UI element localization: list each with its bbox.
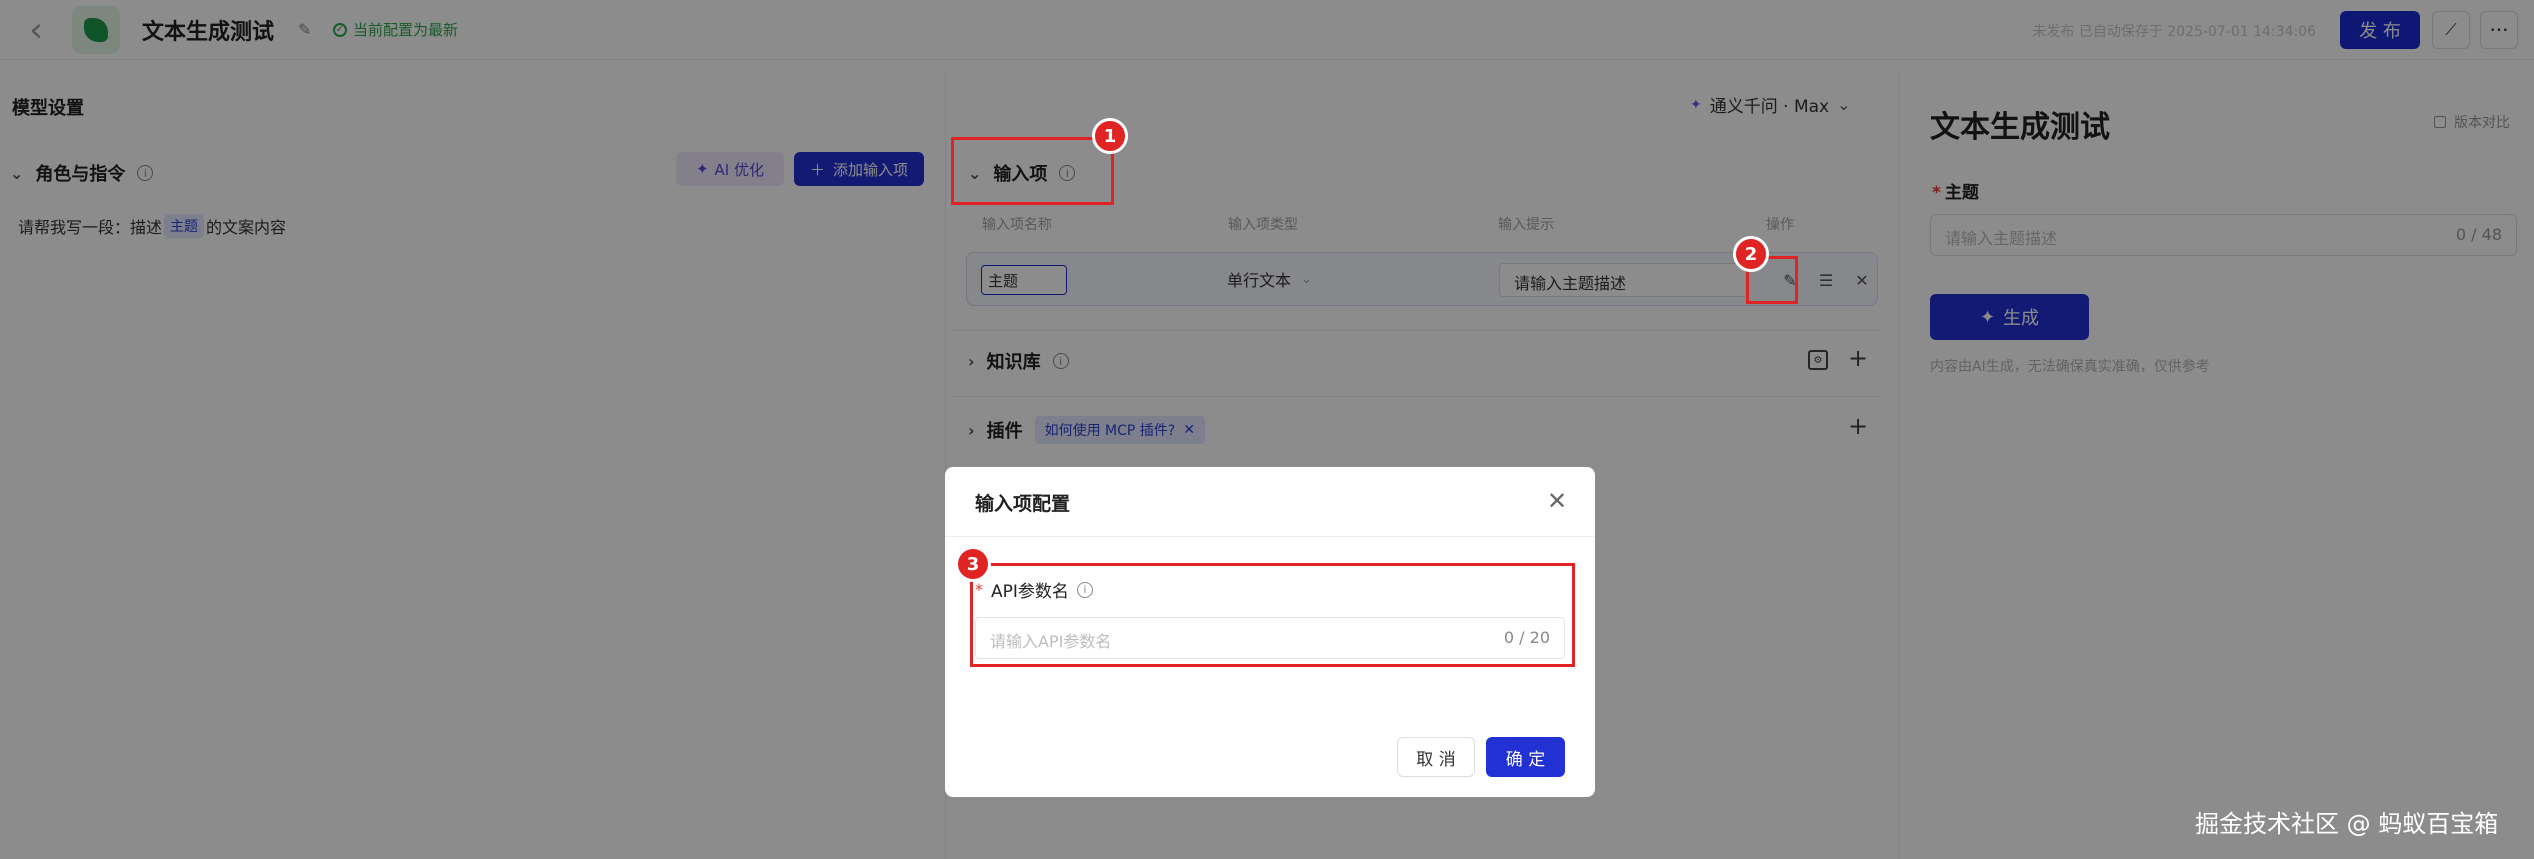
annotation-marker-2: 2 — [1733, 236, 1769, 272]
watermark-text: 掘金技术社区 @ 蚂蚁百宝箱 — [2195, 810, 2499, 838]
annotation-box-3 — [970, 563, 1575, 667]
annotation-marker-3: 3 — [955, 546, 991, 582]
cancel-button[interactable]: 取 消 — [1397, 737, 1475, 777]
annotation-marker-1: 1 — [1092, 118, 1128, 154]
dialog-header: 输入项配置 ✕ — [945, 467, 1595, 537]
confirm-button[interactable]: 确 定 — [1486, 737, 1565, 777]
dialog-title: 输入项配置 — [975, 493, 1071, 515]
annotation-box-1 — [951, 137, 1114, 205]
close-icon[interactable]: ✕ — [1543, 487, 1571, 515]
